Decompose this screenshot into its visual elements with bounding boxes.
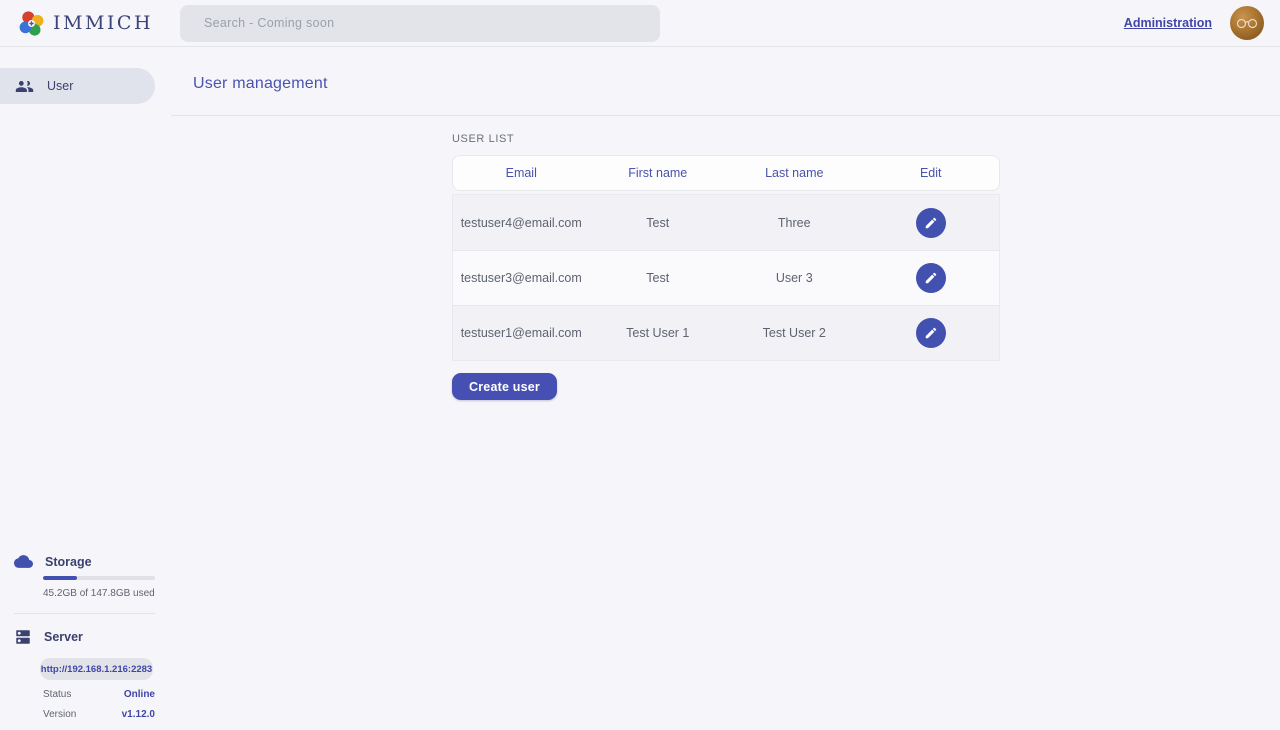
cell-last-name: Three: [726, 216, 863, 230]
edit-user-button[interactable]: [916, 263, 946, 293]
cell-last-name: Test User 2: [726, 326, 863, 340]
cell-first-name: Test: [590, 216, 727, 230]
storage-progress-fill: [43, 576, 77, 580]
cell-last-name: User 3: [726, 271, 863, 285]
server-version-row: Version v1.12.0: [43, 709, 155, 720]
search-bar: [180, 5, 660, 42]
sidebar-item-user-label: User: [47, 79, 73, 93]
administration-link[interactable]: Administration: [1124, 16, 1212, 30]
brand-wordmark: IMMICH: [53, 12, 153, 34]
server-status-row: Status Online: [43, 689, 155, 700]
storage-usage-text: 45.2GB of 147.8GB used: [43, 588, 155, 599]
main-header: User management: [171, 47, 1280, 116]
user-table: Email First name Last name Edit testuser…: [452, 155, 1000, 361]
pencil-icon: [924, 271, 938, 285]
table-row: testuser4@email.com Test Three: [453, 195, 999, 250]
user-list-label: USER LIST: [452, 133, 1280, 145]
column-header-edit: Edit: [863, 166, 1000, 180]
edit-user-button[interactable]: [916, 318, 946, 348]
server-version-value: v1.12.0: [122, 709, 155, 720]
server-url-badge: http://192.168.1.216:2283: [40, 658, 153, 680]
top-bar: IMMICH Administration: [0, 0, 1280, 47]
server-icon: [14, 628, 32, 646]
search-input[interactable]: [180, 5, 660, 42]
sidebar-divider: [14, 613, 155, 614]
column-header-last-name: Last name: [726, 166, 863, 180]
storage-section-header: Storage: [0, 554, 155, 569]
immich-logo-icon: [18, 10, 45, 37]
main-panel: User management USER LIST Email First na…: [155, 47, 1280, 730]
brand[interactable]: IMMICH: [0, 10, 180, 37]
cloud-icon: [14, 554, 33, 569]
glasses-icon: [1236, 17, 1258, 29]
server-title: Server: [44, 630, 83, 644]
cell-email: testuser3@email.com: [453, 271, 590, 285]
column-header-first-name: First name: [590, 166, 727, 180]
column-header-email: Email: [453, 166, 590, 180]
page-title: User management: [193, 75, 1280, 93]
server-status-label: Status: [43, 689, 71, 700]
cell-email: testuser1@email.com: [453, 326, 590, 340]
table-row: testuser1@email.com Test User 1 Test Use…: [453, 305, 999, 360]
avatar[interactable]: [1230, 6, 1264, 40]
table-row: testuser3@email.com Test User 3: [453, 250, 999, 305]
storage-title: Storage: [45, 555, 92, 569]
pencil-icon: [924, 326, 938, 340]
server-status-value: Online: [124, 689, 155, 700]
storage-progress-bar: [43, 576, 155, 580]
edit-user-button[interactable]: [916, 208, 946, 238]
create-user-button[interactable]: Create user: [452, 373, 557, 400]
server-section-header: Server: [0, 628, 155, 646]
cell-first-name: Test User 1: [590, 326, 727, 340]
cell-email: testuser4@email.com: [453, 216, 590, 230]
cell-first-name: Test: [590, 271, 727, 285]
sidebar: User Storage 45.2GB of 147.8GB used: [0, 47, 155, 730]
table-body: testuser4@email.com Test Three te: [452, 194, 1000, 361]
sidebar-item-user[interactable]: User: [0, 68, 155, 104]
pencil-icon: [924, 216, 938, 230]
server-version-label: Version: [43, 709, 76, 720]
table-header-row: Email First name Last name Edit: [452, 155, 1000, 191]
users-icon: [15, 77, 34, 96]
